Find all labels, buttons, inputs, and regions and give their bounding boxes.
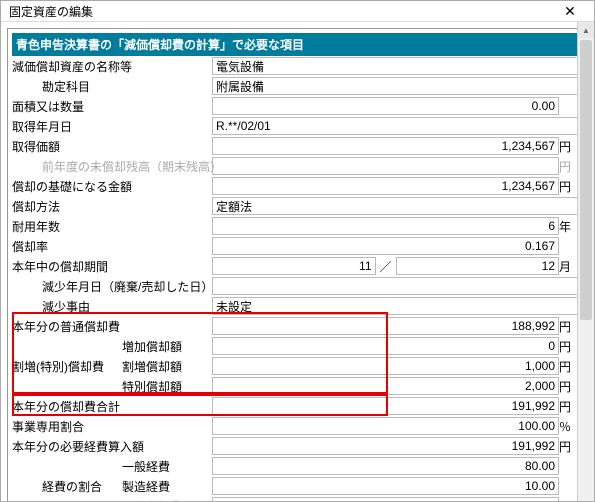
- prev-balance-field: [212, 157, 559, 175]
- general-exp-field[interactable]: 80.00: [212, 457, 559, 475]
- ordinary-depr-field: 188,992: [212, 317, 559, 335]
- this-year-period-label: 本年中の償却期間: [12, 256, 212, 276]
- extra-group-label: 割増(特別)償却費: [12, 336, 122, 396]
- period-months: 11 ／ 12: [212, 257, 559, 275]
- content-area: 青色申告決算書の「減価償却費の計算」で必要な項目 減価償却資産の名称等 電気設備…: [1, 22, 594, 502]
- business-ratio-label: 事業専用割合: [12, 416, 212, 436]
- business-ratio-field[interactable]: 100.00: [212, 417, 559, 435]
- depr-method-label: 償却方法: [12, 196, 212, 216]
- depr-base-field: 1,234,567: [212, 177, 559, 195]
- useful-life-field[interactable]: 6: [212, 217, 559, 235]
- useful-life-label: 耐用年数: [12, 216, 212, 236]
- account-label: 勘定科目: [12, 78, 212, 95]
- total-depr-field: 191,992: [212, 397, 559, 415]
- form-table: 減価償却資産の名称等 電気設備 勘定科目 附属設備 面積又は数量 0.00: [12, 56, 583, 502]
- manuf-exp-field[interactable]: 10.00: [212, 477, 559, 495]
- acq-date-label: 取得年月日: [12, 116, 212, 136]
- total-depr-label: 本年分の償却費合計: [12, 396, 212, 416]
- close-icon[interactable]: ✕: [556, 1, 584, 21]
- decrease-date-field[interactable]: [212, 277, 583, 295]
- account-field[interactable]: 附属設備: [212, 77, 583, 95]
- increase-field[interactable]: 0: [212, 337, 559, 355]
- window-title: 固定資産の編集: [9, 3, 93, 20]
- asset-name-label: 減価償却資産の名称等: [12, 56, 212, 76]
- asset-name-field[interactable]: 電気設備: [212, 57, 583, 75]
- depr-method-field[interactable]: 定額法: [212, 197, 583, 215]
- decrease-reason-field[interactable]: 未設定: [212, 297, 583, 315]
- realestate-exp-field[interactable]: 10.00: [212, 497, 559, 502]
- area-qty-field[interactable]: 0.00: [212, 97, 559, 115]
- special-label: 特別償却額: [122, 376, 212, 396]
- period-to-field: 12: [396, 257, 559, 275]
- necessary-exp-field: 191,992: [212, 437, 559, 455]
- period-from-field[interactable]: 11: [212, 257, 375, 275]
- scroll-up-icon[interactable]: ▲: [578, 22, 594, 38]
- necessary-exp-label: 本年分の必要経費算入額: [12, 436, 212, 456]
- manuf-exp-label: 製造経費: [122, 476, 212, 496]
- slash-separator: ／: [376, 258, 396, 275]
- acq-cost-field[interactable]: 1,234,567: [212, 137, 559, 155]
- acq-cost-label: 取得価額: [12, 136, 212, 156]
- decrease-date-label: 減少年月日（廃棄/売却した日）: [12, 278, 212, 295]
- section-header: 青色申告決算書の「減価償却費の計算」で必要な項目: [12, 33, 583, 56]
- acq-date-field[interactable]: R.**/02/01: [212, 117, 583, 135]
- special-field[interactable]: 2,000: [212, 377, 559, 395]
- depr-rate-label: 償却率: [12, 236, 212, 256]
- depr-base-label: 償却の基礎になる金額: [12, 176, 212, 196]
- extra-add-label: 割増償却額: [122, 356, 212, 376]
- expense-ratio-group-label: 経費の割合: [12, 478, 122, 495]
- extra-add-field[interactable]: 1,000: [212, 357, 559, 375]
- increase-label: 増加償却額: [122, 336, 212, 356]
- realestate-exp-label: 不動産経費: [122, 496, 212, 502]
- scrollbar-thumb[interactable]: [580, 40, 592, 320]
- depr-rate-field: 0.167: [212, 237, 559, 255]
- form-panel: 青色申告決算書の「減価償却費の計算」で必要な項目 減価償却資産の名称等 電気設備…: [7, 28, 588, 502]
- decrease-reason-label: 減少事由: [12, 298, 212, 315]
- titlebar: 固定資産の編集 ✕: [1, 1, 594, 22]
- ordinary-depr-label: 本年分の普通償却費: [12, 316, 212, 336]
- general-exp-label: 一般経費: [122, 456, 212, 476]
- window-root: 固定資産の編集 ✕ 青色申告決算書の「減価償却費の計算」で必要な項目 減価償却資…: [0, 0, 595, 502]
- prev-balance-label: 前年度の未償却残高（期末残高）: [12, 158, 212, 175]
- vertical-scrollbar[interactable]: ▲ ▼: [577, 22, 594, 502]
- area-qty-label: 面積又は数量: [12, 96, 212, 116]
